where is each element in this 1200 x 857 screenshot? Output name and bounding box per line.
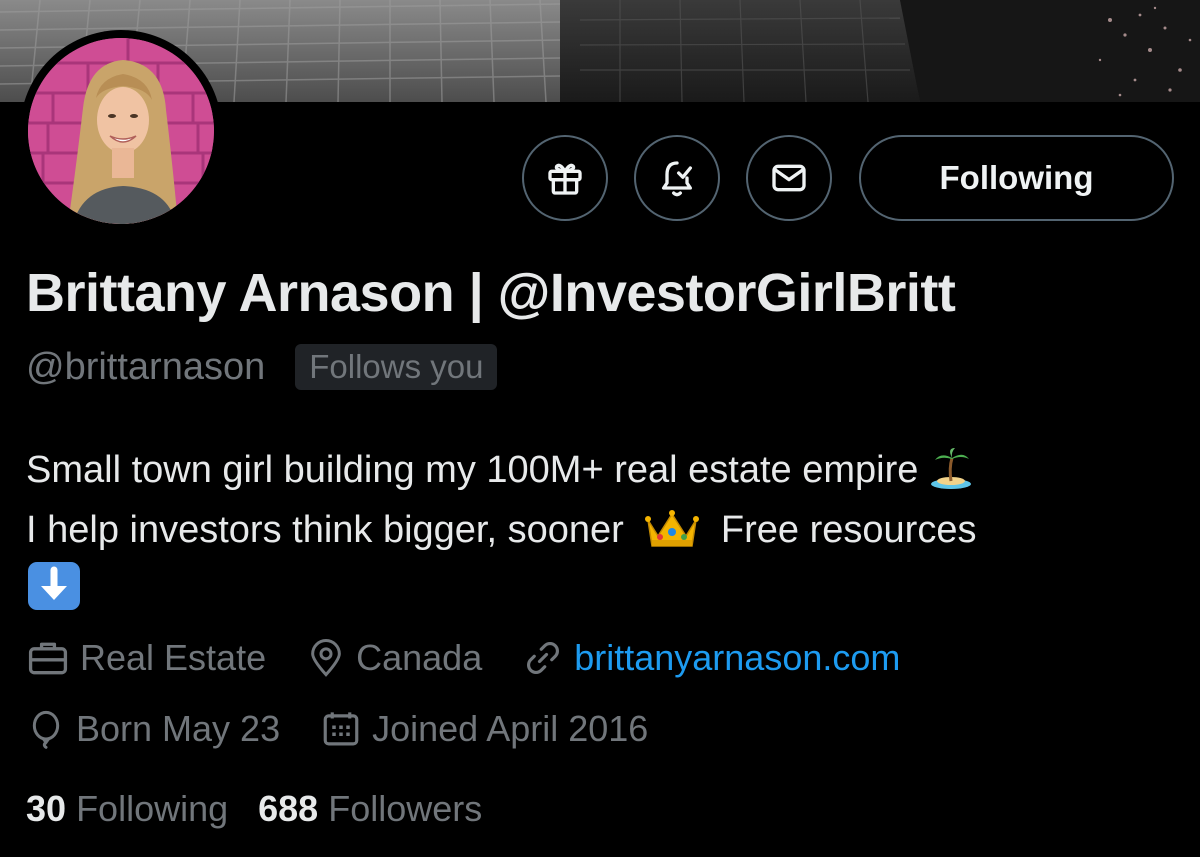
website-item[interactable]: brittanyarnason.com [522,636,900,680]
location-item: Canada [306,636,482,680]
follow-stats: 30 Following 688 Followers [26,788,512,830]
profile-meta-row-1: Real Estate Canada brittanyarnason.com [26,636,940,680]
location-label: Canada [356,637,483,678]
bio-text-3: Free resources [720,509,977,551]
message-button[interactable] [746,135,832,221]
gift-button[interactable] [522,135,608,221]
handle-row: @brittarnason Follows you [26,344,498,390]
followers-count: 688 [258,788,319,829]
briefcase-icon [28,642,68,675]
bell-check-icon [662,161,692,197]
following-button-label: Following [939,159,1094,196]
category-item: Real Estate [26,636,266,680]
birthday-item: Born May 23 [26,707,280,751]
following-count: 30 [26,788,67,829]
bio-text-2: I help investors think bigger, sooner [26,509,624,551]
following-stat[interactable]: 30 Following [26,788,228,830]
followers-stat-label: Followers [328,788,483,829]
followers-stat[interactable]: 688 Followers [258,788,482,830]
bio-text-1: Small town girl building my 100M+ real e… [26,449,919,491]
profile-meta-row-2: Born May 23 Joined April 2016 [26,707,688,751]
calendar-icon [323,712,359,746]
link-icon [527,642,560,674]
birthday-label: Born May 23 [76,708,281,749]
profile-avatar[interactable] [20,30,222,232]
following-button[interactable]: Following [859,135,1174,221]
envelope-icon [772,164,806,192]
avatar-photo [28,38,214,224]
user-handle: @brittarnason [26,345,266,388]
category-label: Real Estate [80,637,267,678]
follows-you-badge: Follows you [295,344,498,390]
bio-line-3 [26,560,1176,622]
crown-emoji [645,510,700,547]
profile-page: Following Brittany Arnason | @InvestorGi… [0,0,1200,857]
gift-icon [548,163,582,195]
website-link[interactable]: brittanyarnason.com [574,637,900,679]
notifications-button[interactable] [634,135,720,221]
balloon-icon [32,710,60,749]
profile-bio: Small town girl building my 100M+ real e… [26,440,1176,622]
following-stat-label: Following [76,788,229,829]
bio-line-1: Small town girl building my 100M+ real e… [26,440,1176,500]
joined-label: Joined April 2016 [372,708,649,749]
location-pin-icon [311,639,341,677]
display-name: Brittany Arnason | @InvestorGirlBritt [26,263,956,323]
palm-island-emoji [930,448,971,489]
joined-item: Joined April 2016 [320,707,648,751]
bio-line-2: I help investors think bigger, sooner Fr… [26,500,1176,560]
down-arrow-emoji [28,562,80,610]
